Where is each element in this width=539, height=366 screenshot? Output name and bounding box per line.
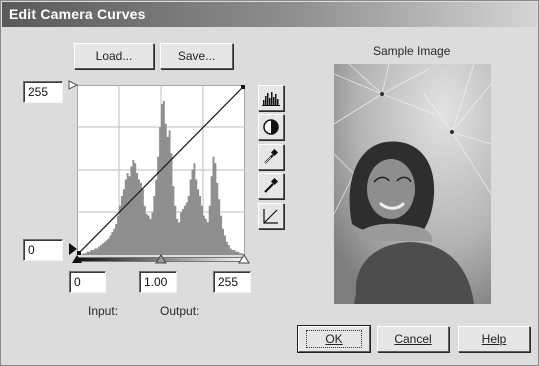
edit-camera-curves-dialog: Edit Camera Curves Load... Save... Sampl… <box>0 0 539 366</box>
title-bar[interactable]: Edit Camera Curves <box>2 2 537 27</box>
load-button[interactable]: Load... <box>74 43 154 69</box>
output-max-slider[interactable] <box>68 80 79 90</box>
reset-curve-icon <box>263 209 278 224</box>
input-label: Input: <box>88 304 119 318</box>
sample-photo <box>334 64 491 304</box>
curve-graph[interactable] <box>77 85 245 255</box>
input-slider-track <box>72 254 250 264</box>
input-white-field[interactable]: 255 <box>213 271 251 293</box>
contrast-tool-button[interactable] <box>258 114 284 140</box>
save-button[interactable]: Save... <box>160 43 233 69</box>
gamma-field[interactable]: 1.00 <box>139 271 177 293</box>
output-max-field[interactable]: 255 <box>23 81 63 103</box>
curve-point-white[interactable] <box>241 85 245 89</box>
black-point-eyedropper-icon <box>264 148 279 164</box>
histogram-icon <box>262 92 280 106</box>
sample-image <box>334 64 491 304</box>
output-min-field[interactable]: 0 <box>23 239 63 261</box>
input-gamma-slider[interactable] <box>155 254 167 264</box>
input-white-slider[interactable] <box>238 254 250 264</box>
histogram-tool-button[interactable] <box>258 85 284 111</box>
curve-editor[interactable] <box>77 85 245 255</box>
ok-button[interactable]: OK <box>297 325 371 353</box>
white-point-eyedropper-button[interactable] <box>258 173 284 199</box>
input-black-field[interactable]: 0 <box>69 271 106 293</box>
white-point-eyedropper-icon <box>264 177 279 193</box>
output-slider-track <box>68 80 79 255</box>
contrast-icon <box>263 119 279 135</box>
help-button-label: Help <box>481 332 507 346</box>
dialog-title: Edit Camera Curves <box>9 6 146 22</box>
reset-curve-button[interactable] <box>258 203 284 229</box>
output-label: Output: <box>160 304 200 318</box>
input-black-slider[interactable] <box>72 255 82 263</box>
cancel-button[interactable]: Cancel <box>377 326 449 352</box>
cancel-button-label: Cancel <box>394 332 432 346</box>
sample-image-label: Sample Image <box>373 44 451 58</box>
ok-button-label: OK <box>325 332 343 346</box>
black-point-eyedropper-button[interactable] <box>258 144 284 170</box>
help-button[interactable]: Help <box>458 326 530 352</box>
